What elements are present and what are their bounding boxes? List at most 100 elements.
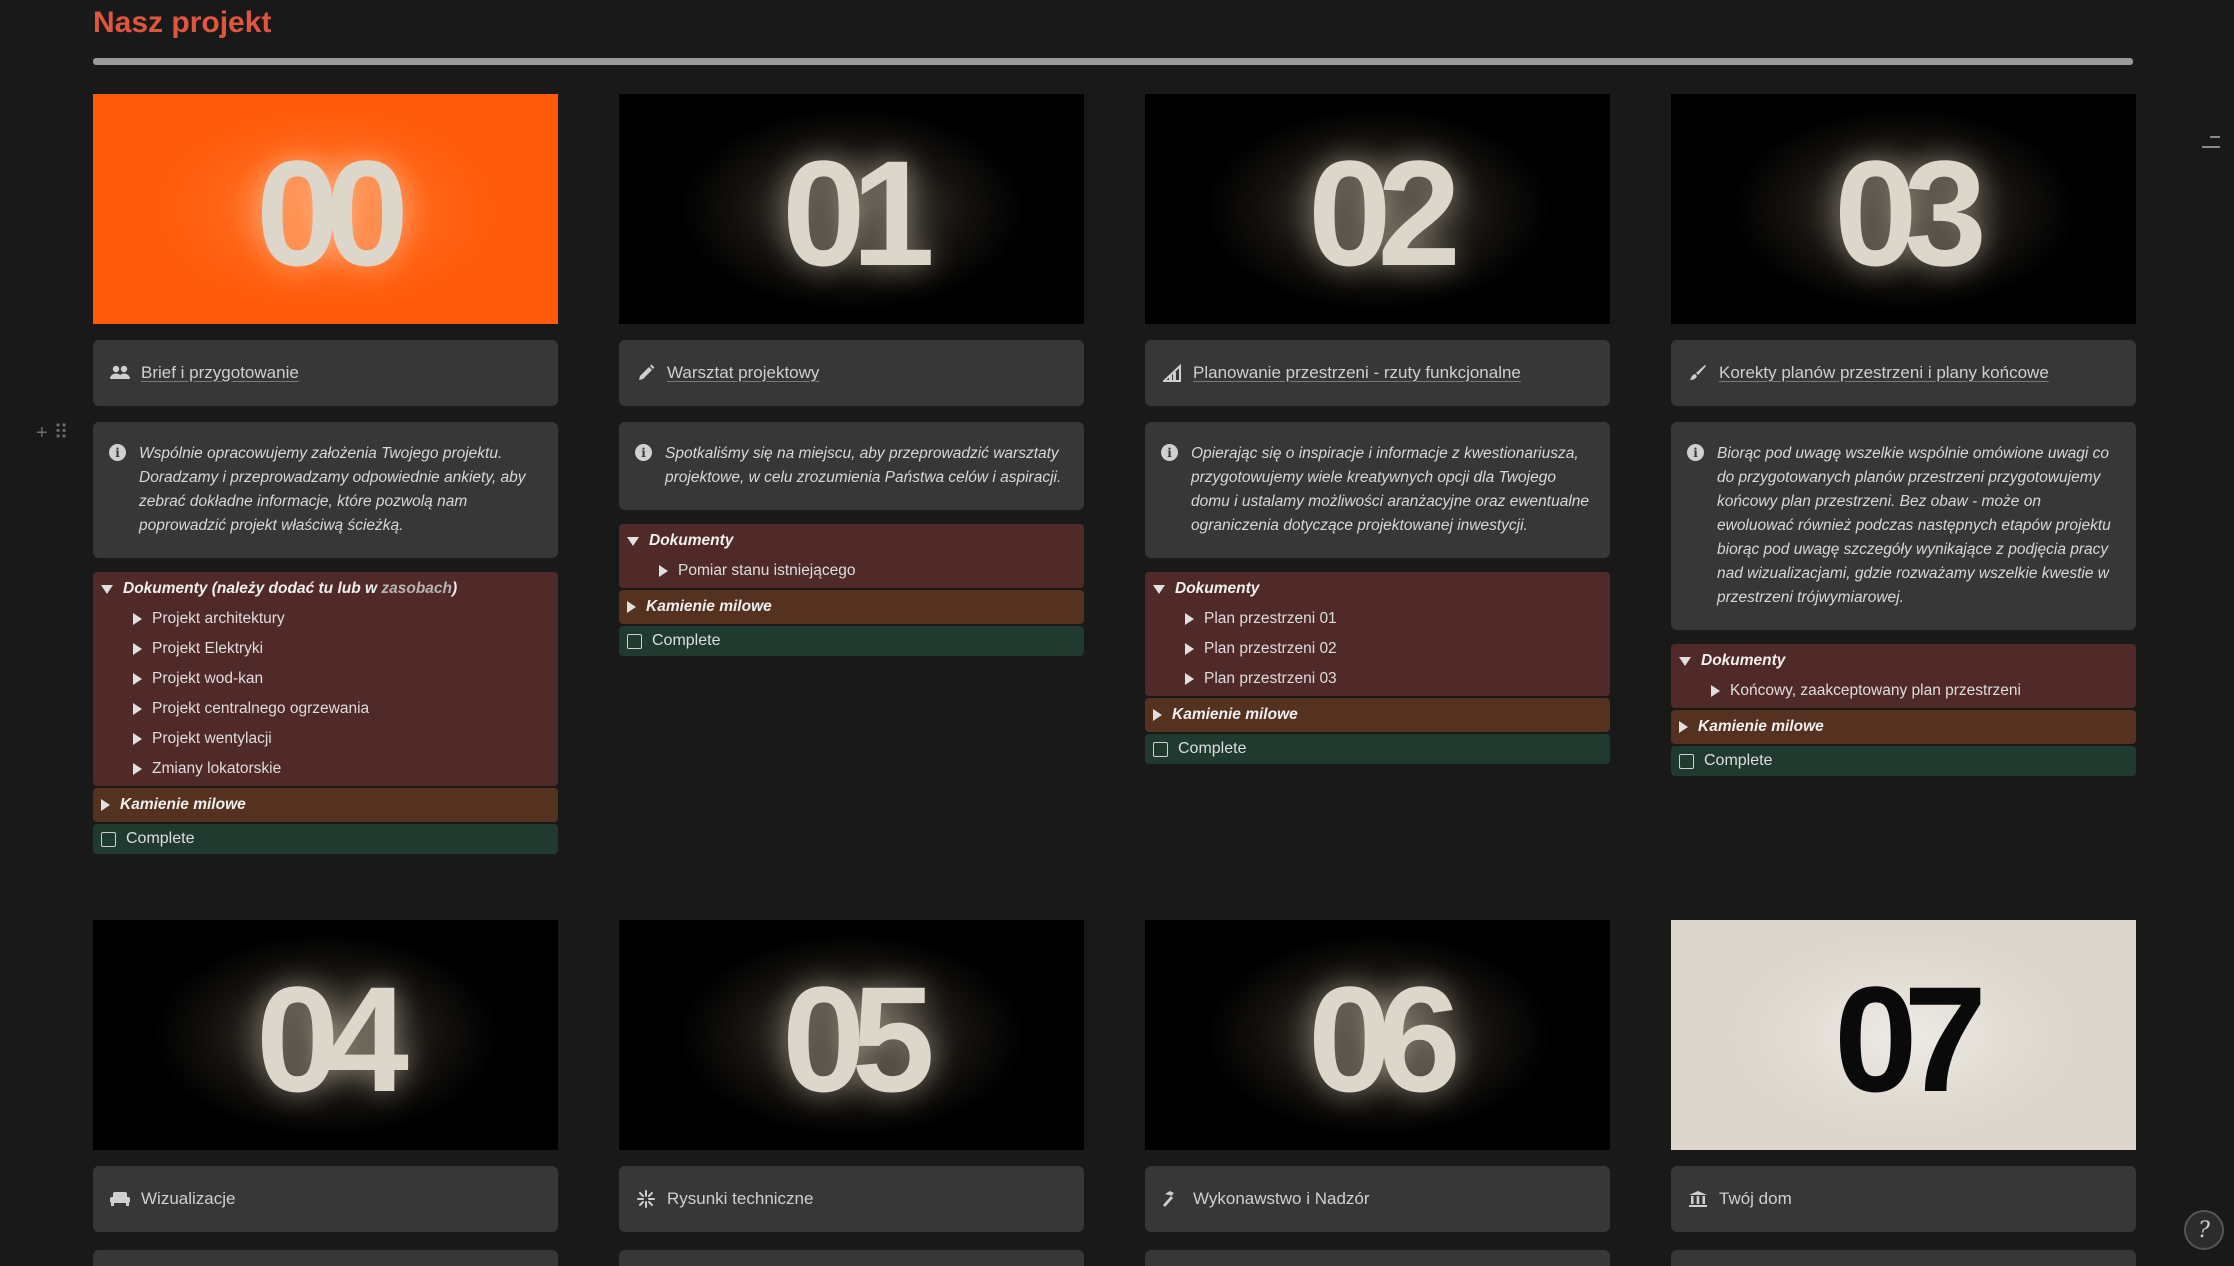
documents-toggle-header[interactable]: Dokumenty	[619, 526, 1084, 556]
complete-checkbox-row[interactable]: Complete	[1145, 734, 1610, 764]
caret-right-icon[interactable]	[133, 643, 142, 655]
caret-down-icon[interactable]	[1153, 584, 1165, 594]
stage-number: 06	[1308, 955, 1461, 1123]
document-item[interactable]: Plan przestrzeni 02	[1145, 634, 1610, 664]
stage-cover-05[interactable]: 05	[619, 920, 1084, 1150]
stage-column-02: 02 Planowanie przestrzeni - rzuty funkcj…	[1145, 94, 1610, 764]
document-item[interactable]: Projekt wentylacji	[93, 724, 558, 754]
stage-cover-03[interactable]: 03	[1671, 94, 2136, 324]
stage-title-card[interactable]: Rysunki techniczne	[619, 1166, 1084, 1232]
document-item[interactable]: Pomiar stanu istniejącego	[619, 556, 1084, 586]
documents-toggle: Dokumenty (należy dodać tu lub w zasobac…	[93, 572, 558, 786]
document-item[interactable]: Zmiany lokatorskie	[93, 754, 558, 784]
checkbox-icon[interactable]	[101, 831, 116, 847]
checkbox-icon[interactable]	[627, 633, 642, 649]
milestones-label: Kamienie milowe	[1698, 718, 1824, 735]
document-item[interactable]: Projekt Elektryki	[93, 634, 558, 664]
stage-title-card[interactable]: Korekty planów przestrzeni i plany końco…	[1671, 340, 2136, 406]
stage-cover-02[interactable]: 02	[1145, 94, 1610, 324]
document-item[interactable]: Końcowy, zaakceptowany plan przestrzeni	[1671, 676, 2136, 706]
stage-title-link[interactable]: Planowanie przestrzeni - rzuty funkcjona…	[1193, 363, 1521, 383]
document-item[interactable]: Projekt centralnego ogrzewania	[93, 694, 558, 724]
stage-title-link[interactable]: Korekty planów przestrzeni i plany końco…	[1719, 363, 2049, 383]
title-divider	[93, 58, 2133, 65]
caret-right-icon[interactable]	[1185, 613, 1194, 625]
milestones-toggle[interactable]: Kamienie milowe	[1145, 698, 1610, 732]
complete-checkbox-row[interactable]: Complete	[619, 626, 1084, 656]
stage-column-01: 01 Warsztat projektowy i Spotkaliśmy się…	[619, 94, 1084, 656]
caret-right-icon[interactable]	[1679, 721, 1688, 733]
outline-menu-icon[interactable]	[2202, 136, 2220, 156]
resources-link[interactable]: zasobach	[381, 580, 452, 597]
callout-text: Spotkaliśmy się na miejscu, aby przeprow…	[665, 445, 1062, 486]
stage-title-link[interactable]: Wizualizacje	[141, 1189, 235, 1209]
stage-title-card[interactable]: Planowanie przestrzeni - rzuty funkcjona…	[1145, 340, 1610, 406]
sofa-icon	[109, 1188, 131, 1210]
milestones-toggle[interactable]: Kamienie milowe	[93, 788, 558, 822]
documents-toggle-header[interactable]: Dokumenty	[1671, 646, 2136, 676]
stage-title-link[interactable]: Wykonawstwo i Nadzór	[1193, 1189, 1370, 1209]
stage-title-link[interactable]: Rysunki techniczne	[667, 1189, 813, 1209]
caret-right-icon[interactable]	[133, 673, 142, 685]
caret-right-icon[interactable]	[133, 733, 142, 745]
caret-down-icon[interactable]	[627, 536, 639, 546]
caret-right-icon[interactable]	[1711, 685, 1720, 697]
caret-right-icon[interactable]	[659, 565, 668, 577]
documents-toggle: Dokumenty Pomiar stanu istniejącego	[619, 524, 1084, 588]
caret-down-icon[interactable]	[1679, 656, 1691, 666]
stage-number: 02	[1308, 129, 1461, 297]
stage-title-card[interactable]: Twój dom	[1671, 1166, 2136, 1232]
caret-right-icon[interactable]	[1185, 643, 1194, 655]
stage-cover-00[interactable]: 00	[93, 94, 558, 324]
info-icon: i	[109, 444, 126, 461]
document-item[interactable]: Plan przestrzeni 03	[1145, 664, 1610, 694]
stage-column-05: 05 Rysunki techniczne	[619, 920, 1084, 1232]
stage-column-06: 06 Wykonawstwo i Nadzór	[1145, 920, 1610, 1232]
info-icon: i	[635, 444, 652, 461]
caret-right-icon[interactable]	[133, 703, 142, 715]
help-button[interactable]: ?	[2184, 1210, 2224, 1250]
stage-number: 04	[256, 955, 409, 1123]
complete-checkbox-row[interactable]: Complete	[93, 824, 558, 854]
callout-text: Biorąc pod uwagę wszelkie wspólnie omówi…	[1717, 445, 2111, 606]
sparkle-icon	[635, 1188, 657, 1210]
stage-title-link[interactable]: Warsztat projektowy	[667, 363, 819, 383]
stage-title-card[interactable]: Brief i przygotowanie	[93, 340, 558, 406]
caret-right-icon[interactable]	[133, 763, 142, 775]
stage-title-link[interactable]: Brief i przygotowanie	[141, 363, 299, 383]
complete-checkbox-row[interactable]: Complete	[1671, 746, 2136, 776]
stage-cover-06[interactable]: 06	[1145, 920, 1610, 1150]
stage-number: 07	[1834, 955, 1987, 1123]
milestones-toggle[interactable]: Kamienie milowe	[619, 590, 1084, 624]
stage-title-link[interactable]: Twój dom	[1719, 1189, 1792, 1209]
stage-cover-04[interactable]: 04	[93, 920, 558, 1150]
stage-title-card[interactable]: Wykonawstwo i Nadzór	[1145, 1166, 1610, 1232]
milestones-label: Kamienie milowe	[646, 598, 772, 615]
callout-text: Wspólnie opracowujemy założenia Twojego …	[139, 445, 526, 534]
document-item[interactable]: Projekt architektury	[93, 604, 558, 634]
document-item-label: Pomiar stanu istniejącego	[678, 562, 856, 579]
document-item-label: Plan przestrzeni 02	[1204, 640, 1337, 657]
caret-right-icon[interactable]	[101, 799, 110, 811]
block-drag-handle-icon[interactable]: +⠿	[36, 420, 74, 445]
checkbox-icon[interactable]	[1679, 753, 1694, 769]
document-item[interactable]: Plan przestrzeni 01	[1145, 604, 1610, 634]
caret-right-icon[interactable]	[627, 601, 636, 613]
caret-right-icon[interactable]	[1185, 673, 1194, 685]
documents-toggle-header[interactable]: Dokumenty	[1145, 574, 1610, 604]
milestones-toggle[interactable]: Kamienie milowe	[1671, 710, 2136, 744]
checkbox-icon[interactable]	[1153, 741, 1168, 757]
stage-title-card[interactable]: Wizualizacje	[93, 1166, 558, 1232]
caret-down-icon[interactable]	[101, 584, 113, 594]
documents-toggle-header[interactable]: Dokumenty (należy dodać tu lub w zasobac…	[93, 574, 558, 604]
milestones-label: Kamienie milowe	[1172, 706, 1298, 723]
document-item-label: Projekt centralnego ogrzewania	[152, 700, 370, 717]
stage-title-card[interactable]: Warsztat projektowy	[619, 340, 1084, 406]
stage-cover-01[interactable]: 01	[619, 94, 1084, 324]
document-item[interactable]: Projekt wod-kan	[93, 664, 558, 694]
caret-right-icon[interactable]	[1153, 709, 1162, 721]
stage-toggles: Dokumenty Plan przestrzeni 01 Plan przes…	[1145, 572, 1610, 764]
stage-cover-07[interactable]: 07	[1671, 920, 2136, 1150]
caret-right-icon[interactable]	[133, 613, 142, 625]
stage-description-callout: i Opierając się o inspiracje i informacj…	[1145, 422, 1610, 558]
